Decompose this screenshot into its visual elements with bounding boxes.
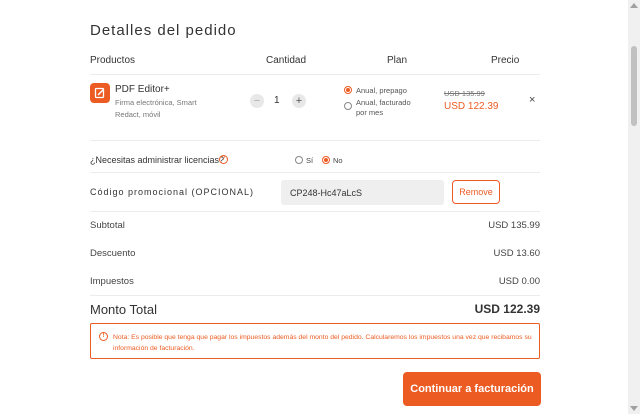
header-price: Precio [491, 55, 520, 66]
taxes-label: Impuestos [90, 276, 134, 287]
pdf-editor-icon [90, 83, 110, 103]
scroll-down-icon[interactable] [630, 406, 638, 411]
quantity-value: 1 [274, 95, 280, 106]
licenses-yes-label: Sí [306, 156, 314, 165]
product-description: Firma electrónica, Smart Redact, móvil [115, 98, 197, 119]
discount-label: Descuento [90, 248, 136, 259]
scrollbar[interactable] [628, 0, 640, 414]
scroll-thumb[interactable] [631, 46, 637, 126]
original-price: USD 135.99 [444, 89, 485, 98]
scroll-up-icon[interactable] [630, 3, 638, 8]
page-title: Detalles del pedido [90, 22, 237, 39]
tax-note-text: Nota: Es posible que tenga que pagar los… [113, 334, 532, 352]
discount-value: USD 13.60 [493, 248, 540, 259]
licenses-no-radio[interactable] [322, 156, 330, 164]
product-name: PDF Editor+ [115, 84, 170, 95]
discounted-price: USD 122.39 [444, 101, 499, 112]
header-plan: Plan [387, 55, 408, 66]
tax-note-box: ! Nota: Es posible que tenga que pagar l… [90, 323, 540, 359]
licenses-no-label: No [333, 156, 343, 165]
plan-annual-prepaid-label: Anual, prepago [356, 86, 407, 95]
plan-annual-monthly-label: Anual, facturado por mes [356, 98, 411, 117]
plan-annual-monthly-radio[interactable] [344, 102, 352, 110]
divider [90, 211, 540, 212]
divider [90, 295, 540, 296]
info-icon: ! [99, 332, 108, 341]
promo-code-label: Código promocional (OPCIONAL) [90, 187, 255, 197]
help-icon[interactable]: ? [219, 155, 228, 164]
header-products: Productos [90, 55, 136, 66]
promo-remove-button[interactable]: Remove [452, 180, 500, 204]
quantity-plus-button[interactable]: + [292, 94, 306, 108]
divider [90, 74, 540, 75]
continue-to-billing-button[interactable]: Continuar a facturación [403, 372, 541, 406]
divider [90, 172, 540, 173]
licenses-question: ¿Necesitas administrar licencias? [90, 155, 225, 165]
taxes-value: USD 0.00 [498, 276, 540, 287]
header-quantity: Cantidad [266, 55, 307, 66]
remove-product-icon[interactable]: × [529, 94, 535, 106]
subtotal-label: Subtotal [90, 220, 125, 231]
total-value: USD 122.39 [474, 302, 540, 316]
divider [90, 140, 540, 141]
quantity-minus-button[interactable]: − [250, 94, 264, 108]
plan-annual-prepaid-radio[interactable] [344, 86, 352, 94]
promo-code-input[interactable] [281, 180, 444, 205]
total-label: Monto Total [90, 302, 157, 317]
order-details-panel: Detalles del pedido Productos Cantidad P… [0, 0, 628, 414]
subtotal-value: USD 135.99 [488, 220, 540, 231]
licenses-yes-radio[interactable] [295, 156, 303, 164]
